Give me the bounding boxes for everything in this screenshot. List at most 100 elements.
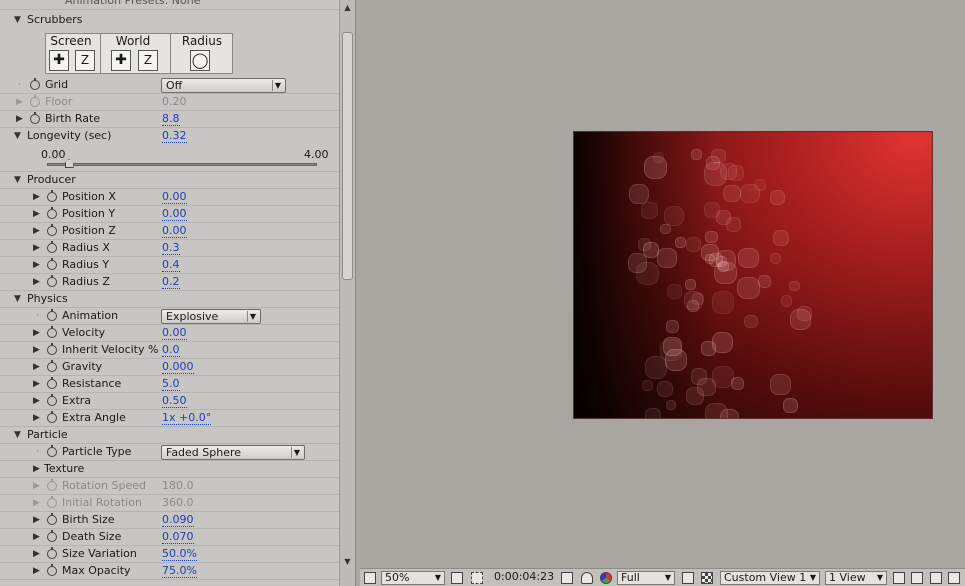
expand-triangle-icon[interactable]: ▼	[14, 427, 21, 443]
particle-section[interactable]: ▼ Particle	[0, 427, 339, 444]
expand-triangle-icon[interactable]: ▼	[14, 291, 21, 307]
stopwatch-icon[interactable]	[47, 564, 57, 576]
expand-triangle-icon[interactable]: ▶	[33, 376, 40, 392]
zoom-select[interactable]: 50% ▼	[381, 571, 445, 585]
timeline-icon[interactable]	[930, 572, 942, 584]
scrubbers-section[interactable]: ▼ Scrubbers	[0, 12, 339, 29]
timecode[interactable]: 0:00:04:23	[494, 571, 554, 585]
radius-y-value[interactable]: 0.4	[162, 258, 180, 272]
stopwatch-icon[interactable]	[47, 275, 57, 287]
stopwatch-icon[interactable]	[47, 445, 57, 457]
stopwatch-icon[interactable]	[47, 377, 57, 389]
expand-triangle-icon[interactable]: ▶	[33, 342, 40, 358]
expand-triangle-icon[interactable]: ▶	[33, 495, 40, 511]
scroll-up-icon[interactable]: ▲	[342, 2, 353, 14]
position-z-value[interactable]: 0.00	[162, 224, 187, 238]
safe-zones-icon[interactable]	[451, 572, 463, 584]
stopwatch-icon[interactable]	[47, 513, 57, 525]
radius-z-value[interactable]: 0.2	[162, 275, 180, 289]
flowchart-icon[interactable]	[948, 572, 960, 584]
screen-z-button[interactable]: Z	[75, 50, 95, 71]
expand-triangle-icon[interactable]: ▶	[33, 257, 40, 273]
resistance-value[interactable]: 5.0	[162, 377, 180, 391]
expand-triangle-icon[interactable]: ▶	[33, 325, 40, 341]
expand-triangle-icon[interactable]: ▼	[14, 12, 21, 28]
color-channels-icon[interactable]	[600, 572, 612, 584]
expand-triangle-icon[interactable]: ▶	[33, 563, 40, 579]
slider-track[interactable]	[47, 163, 317, 166]
size-variation-value[interactable]: 50.0%	[162, 547, 197, 561]
physics-section[interactable]: ▼ Physics	[0, 291, 339, 308]
transparency-grid-icon[interactable]	[701, 572, 713, 584]
stopwatch-icon[interactable]	[47, 326, 57, 338]
extra-value[interactable]: 0.50	[162, 394, 187, 408]
stopwatch-icon[interactable]	[47, 241, 57, 253]
expand-triangle-icon[interactable]: ▶	[33, 393, 40, 409]
stopwatch-icon[interactable]	[30, 112, 40, 124]
stopwatch-icon[interactable]	[47, 360, 57, 372]
animation-dropdown[interactable]: Explosive ▼	[161, 309, 261, 324]
particle-type-dropdown[interactable]: Faded Sphere ▼	[161, 445, 305, 460]
expand-triangle-icon[interactable]: ▶	[33, 512, 40, 528]
radius-x-value[interactable]: 0.3	[162, 241, 180, 255]
stopwatch-icon[interactable]	[47, 343, 57, 355]
expand-triangle-icon[interactable]: ▶	[33, 529, 40, 545]
screen-move-icon[interactable]: ✚	[49, 50, 69, 71]
expand-triangle-icon[interactable]: ▶	[33, 240, 40, 256]
expand-triangle-icon[interactable]: ▶	[33, 410, 40, 426]
world-z-button[interactable]: Z	[138, 50, 158, 71]
max-opacity-value[interactable]: 75.0%	[162, 564, 197, 578]
position-x-value[interactable]: 0.00	[162, 190, 187, 204]
view-layout-select[interactable]: 1 View ▼	[825, 571, 887, 585]
birth-rate-value[interactable]: 8.8	[162, 112, 180, 126]
world-move-icon[interactable]: ✚	[111, 50, 131, 71]
stopwatch-icon[interactable]	[47, 309, 57, 321]
toggle-pixel-aspect-icon[interactable]	[893, 572, 905, 584]
inherit-velocity-value[interactable]: 0.0	[162, 343, 180, 357]
snapshot-icon[interactable]	[561, 572, 573, 584]
producer-section[interactable]: ▼ Producer	[0, 172, 339, 189]
expand-triangle-icon[interactable]: ▶	[16, 111, 23, 127]
expand-triangle-icon[interactable]: ▶	[33, 478, 40, 494]
texture-row[interactable]: ▶ Texture	[0, 461, 339, 478]
expand-triangle-icon[interactable]: ▼	[14, 128, 21, 144]
birth-size-value[interactable]: 0.090	[162, 513, 194, 527]
radius-circle-icon[interactable]: ◯	[190, 50, 210, 71]
fast-previews-icon[interactable]	[911, 572, 923, 584]
longevity-slider[interactable]: 0.00 4.00	[0, 145, 339, 172]
longevity-value[interactable]: 0.32	[162, 129, 187, 143]
expand-triangle-icon[interactable]: ▶	[33, 189, 40, 205]
stopwatch-icon[interactable]	[47, 224, 57, 236]
velocity-value[interactable]: 0.00	[162, 326, 187, 340]
stopwatch-icon[interactable]	[47, 411, 57, 423]
panel-scrollbar[interactable]: ▲ ▼	[339, 0, 355, 586]
gravity-value[interactable]: 0.000	[162, 360, 194, 374]
resolution-select[interactable]: Full ▼	[617, 571, 675, 585]
monitor-icon[interactable]	[364, 572, 376, 584]
scrollbar-thumb[interactable]	[342, 32, 353, 280]
expand-triangle-icon[interactable]: ▶	[33, 461, 40, 477]
stopwatch-icon[interactable]	[47, 547, 57, 559]
expand-triangle-icon[interactable]: ▼	[14, 172, 21, 188]
expand-triangle-icon[interactable]: ▶	[16, 94, 23, 110]
death-size-value[interactable]: 0.070	[162, 530, 194, 544]
stopwatch-icon[interactable]	[47, 190, 57, 202]
position-y-value[interactable]: 0.00	[162, 207, 187, 221]
stopwatch-icon[interactable]	[30, 78, 40, 90]
camera-view-select[interactable]: Custom View 1 ▼	[720, 571, 820, 585]
expand-triangle-icon[interactable]: ▶	[33, 206, 40, 222]
expand-triangle-icon[interactable]: ▶	[33, 223, 40, 239]
stopwatch-icon[interactable]	[47, 530, 57, 542]
extra-angle-value[interactable]: 1x +0.0°	[162, 411, 212, 425]
show-snapshot-icon[interactable]	[581, 572, 593, 584]
stopwatch-icon[interactable]	[47, 394, 57, 406]
region-of-interest-icon[interactable]	[682, 572, 694, 584]
composition-canvas[interactable]	[573, 131, 933, 419]
grid-dropdown[interactable]: Off ▼	[161, 78, 286, 93]
scroll-down-icon[interactable]: ▼	[342, 556, 353, 568]
stopwatch-icon[interactable]	[47, 207, 57, 219]
expand-triangle-icon[interactable]: ▶	[33, 274, 40, 290]
mask-visibility-icon[interactable]	[471, 572, 483, 584]
stopwatch-icon[interactable]	[47, 258, 57, 270]
expand-triangle-icon[interactable]: ▶	[33, 546, 40, 562]
